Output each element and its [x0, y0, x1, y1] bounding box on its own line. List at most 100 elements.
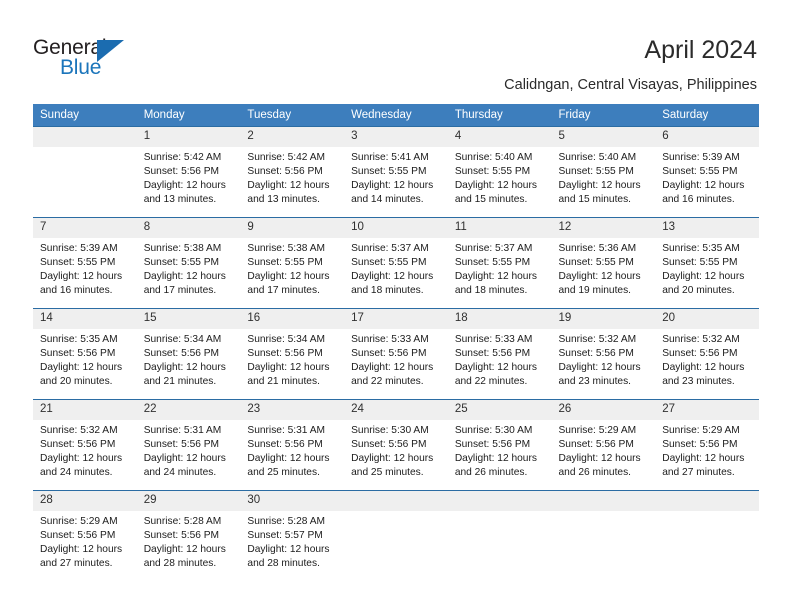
day-cell[interactable] — [33, 126, 137, 218]
day-details: Sunrise: 5:29 AM Sunset: 5:56 PM Dayligh… — [552, 420, 656, 480]
day-cell[interactable] — [447, 490, 552, 581]
page-title: April 2024 — [644, 36, 757, 64]
day-details: Sunrise: 5:39 AM Sunset: 5:55 PM Dayligh… — [655, 147, 759, 207]
day-cell[interactable]: 4 Sunrise: 5:40 AM Sunset: 5:55 PM Dayli… — [447, 126, 552, 218]
sunset-text: Sunset: 5:55 PM — [454, 166, 531, 177]
daylight-text-line1: Daylight: 12 hours — [351, 362, 434, 373]
day-details: Sunrise: 5:37 AM Sunset: 5:55 PM Dayligh… — [448, 238, 552, 298]
sunset-text: Sunset: 5:56 PM — [351, 348, 427, 359]
daylight-text-line1: Daylight: 12 hours — [40, 362, 123, 373]
day-cell[interactable]: 5 Sunrise: 5:40 AM Sunset: 5:55 PM Dayli… — [551, 126, 656, 218]
day-cell[interactable]: 16 Sunrise: 5:34 AM Sunset: 5:56 PM Dayl… — [240, 308, 345, 400]
day-details: Sunrise: 5:40 AM Sunset: 5:55 PM Dayligh… — [552, 147, 656, 207]
sunrise-text: Sunrise: 5:29 AM — [662, 425, 740, 436]
daylight-text-line2: and 16 minutes. — [662, 194, 735, 205]
daylight-text-line2: and 17 minutes. — [143, 285, 217, 296]
day-number — [655, 491, 759, 511]
daylight-text-line1: Daylight: 12 hours — [40, 544, 123, 555]
daylight-text-line1: Daylight: 12 hours — [454, 453, 537, 464]
daylight-text-line2: and 26 minutes. — [454, 467, 528, 478]
general-blue-logo[interactable]: General Blue — [33, 36, 163, 82]
day-number: 18 — [447, 309, 552, 329]
day-cell[interactable] — [344, 490, 448, 581]
day-details: Sunrise: 5:29 AM Sunset: 5:56 PM Dayligh… — [655, 420, 759, 480]
daylight-text-line2: and 17 minutes. — [247, 285, 320, 296]
daylight-text-line1: Daylight: 12 hours — [143, 271, 226, 282]
sunset-text: Sunset: 5:55 PM — [454, 257, 531, 268]
day-cell[interactable]: 1 Sunrise: 5:42 AM Sunset: 5:56 PM Dayli… — [136, 126, 241, 218]
day-cell[interactable] — [655, 490, 759, 581]
day-cell[interactable]: 12 Sunrise: 5:36 AM Sunset: 5:55 PM Dayl… — [551, 217, 656, 309]
day-cell[interactable]: 15 Sunrise: 5:34 AM Sunset: 5:56 PM Dayl… — [136, 308, 241, 400]
day-cell[interactable]: 21 Sunrise: 5:32 AM Sunset: 5:56 PM Dayl… — [33, 399, 137, 491]
day-number: 21 — [33, 400, 137, 420]
daylight-text-line1: Daylight: 12 hours — [40, 271, 123, 282]
daylight-text-line1: Daylight: 12 hours — [247, 180, 330, 191]
day-cell[interactable]: 29 Sunrise: 5:28 AM Sunset: 5:56 PM Dayl… — [136, 490, 241, 581]
day-number: 17 — [344, 309, 448, 329]
day-cell[interactable]: 11 Sunrise: 5:37 AM Sunset: 5:55 PM Dayl… — [447, 217, 552, 309]
day-cell[interactable]: 23 Sunrise: 5:31 AM Sunset: 5:56 PM Dayl… — [240, 399, 345, 491]
day-cell[interactable]: 2 Sunrise: 5:42 AM Sunset: 5:56 PM Dayli… — [240, 126, 345, 218]
day-details: Sunrise: 5:35 AM Sunset: 5:55 PM Dayligh… — [655, 238, 759, 298]
day-number: 30 — [240, 491, 345, 511]
day-cell[interactable]: 14 Sunrise: 5:35 AM Sunset: 5:56 PM Dayl… — [33, 308, 137, 400]
day-cell[interactable]: 19 Sunrise: 5:32 AM Sunset: 5:56 PM Dayl… — [551, 308, 656, 400]
day-cell[interactable]: 24 Sunrise: 5:30 AM Sunset: 5:56 PM Dayl… — [344, 399, 448, 491]
daylight-text-line1: Daylight: 12 hours — [454, 180, 537, 191]
day-cell[interactable]: 9 Sunrise: 5:38 AM Sunset: 5:55 PM Dayli… — [240, 217, 345, 309]
day-number: 16 — [240, 309, 345, 329]
day-cell[interactable]: 10 Sunrise: 5:37 AM Sunset: 5:55 PM Dayl… — [344, 217, 448, 309]
day-cell[interactable]: 18 Sunrise: 5:33 AM Sunset: 5:56 PM Dayl… — [447, 308, 552, 400]
weekday-header-saturday: Saturday — [655, 104, 759, 127]
sunset-text: Sunset: 5:56 PM — [351, 439, 427, 450]
sunrise-text: Sunrise: 5:28 AM — [143, 516, 222, 527]
sunrise-text: Sunrise: 5:40 AM — [454, 152, 533, 163]
calendar-week-row: 1 Sunrise: 5:42 AM Sunset: 5:56 PM Dayli… — [33, 126, 759, 218]
day-cell[interactable]: 17 Sunrise: 5:33 AM Sunset: 5:56 PM Dayl… — [344, 308, 448, 400]
daylight-text-line1: Daylight: 12 hours — [558, 362, 641, 373]
daylight-text-line2: and 15 minutes. — [558, 194, 632, 205]
sunset-text: Sunset: 5:56 PM — [40, 439, 116, 450]
sunrise-text: Sunrise: 5:33 AM — [454, 334, 533, 345]
day-cell[interactable]: 27 Sunrise: 5:29 AM Sunset: 5:56 PM Dayl… — [655, 399, 759, 491]
daylight-text-line2: and 25 minutes. — [351, 467, 424, 478]
day-details: Sunrise: 5:39 AM Sunset: 5:55 PM Dayligh… — [33, 238, 137, 298]
daylight-text-line2: and 19 minutes. — [558, 285, 632, 296]
day-cell[interactable]: 30 Sunrise: 5:28 AM Sunset: 5:57 PM Dayl… — [240, 490, 345, 581]
sunset-text: Sunset: 5:56 PM — [143, 348, 220, 359]
sunrise-text: Sunrise: 5:41 AM — [351, 152, 429, 163]
sunrise-text: Sunrise: 5:32 AM — [558, 334, 637, 345]
day-number — [344, 491, 448, 511]
day-cell[interactable]: 22 Sunrise: 5:31 AM Sunset: 5:56 PM Dayl… — [136, 399, 241, 491]
sunrise-text: Sunrise: 5:32 AM — [662, 334, 740, 345]
calendar-week-row: 7 Sunrise: 5:39 AM Sunset: 5:55 PM Dayli… — [33, 217, 759, 309]
day-cell[interactable]: 28 Sunrise: 5:29 AM Sunset: 5:56 PM Dayl… — [33, 490, 137, 581]
day-details: Sunrise: 5:29 AM Sunset: 5:56 PM Dayligh… — [33, 511, 137, 571]
day-number: 5 — [551, 127, 656, 147]
day-number: 10 — [344, 218, 448, 238]
sunrise-text: Sunrise: 5:34 AM — [143, 334, 222, 345]
day-cell[interactable]: 3 Sunrise: 5:41 AM Sunset: 5:55 PM Dayli… — [344, 126, 448, 218]
sunrise-text: Sunrise: 5:36 AM — [558, 243, 637, 254]
day-cell[interactable] — [551, 490, 656, 581]
day-cell[interactable]: 26 Sunrise: 5:29 AM Sunset: 5:56 PM Dayl… — [551, 399, 656, 491]
day-cell[interactable]: 25 Sunrise: 5:30 AM Sunset: 5:56 PM Dayl… — [447, 399, 552, 491]
day-number: 25 — [447, 400, 552, 420]
day-cell[interactable]: 13 Sunrise: 5:35 AM Sunset: 5:55 PM Dayl… — [655, 217, 759, 309]
day-cell[interactable]: 6 Sunrise: 5:39 AM Sunset: 5:55 PM Dayli… — [655, 126, 759, 218]
sunrise-text: Sunrise: 5:39 AM — [662, 152, 740, 163]
sunrise-text: Sunrise: 5:35 AM — [40, 334, 118, 345]
sunrise-text: Sunrise: 5:31 AM — [247, 425, 325, 436]
day-number: 2 — [240, 127, 345, 147]
day-cell[interactable]: 20 Sunrise: 5:32 AM Sunset: 5:56 PM Dayl… — [655, 308, 759, 400]
daylight-text-line2: and 20 minutes. — [662, 285, 735, 296]
day-number: 12 — [551, 218, 656, 238]
day-number: 22 — [136, 400, 241, 420]
daylight-text-line2: and 20 minutes. — [40, 376, 113, 387]
day-number: 27 — [655, 400, 759, 420]
day-cell[interactable]: 8 Sunrise: 5:38 AM Sunset: 5:55 PM Dayli… — [136, 217, 241, 309]
sunset-text: Sunset: 5:56 PM — [247, 439, 323, 450]
day-cell[interactable]: 7 Sunrise: 5:39 AM Sunset: 5:55 PM Dayli… — [33, 217, 137, 309]
sunset-text: Sunset: 5:56 PM — [143, 530, 220, 541]
